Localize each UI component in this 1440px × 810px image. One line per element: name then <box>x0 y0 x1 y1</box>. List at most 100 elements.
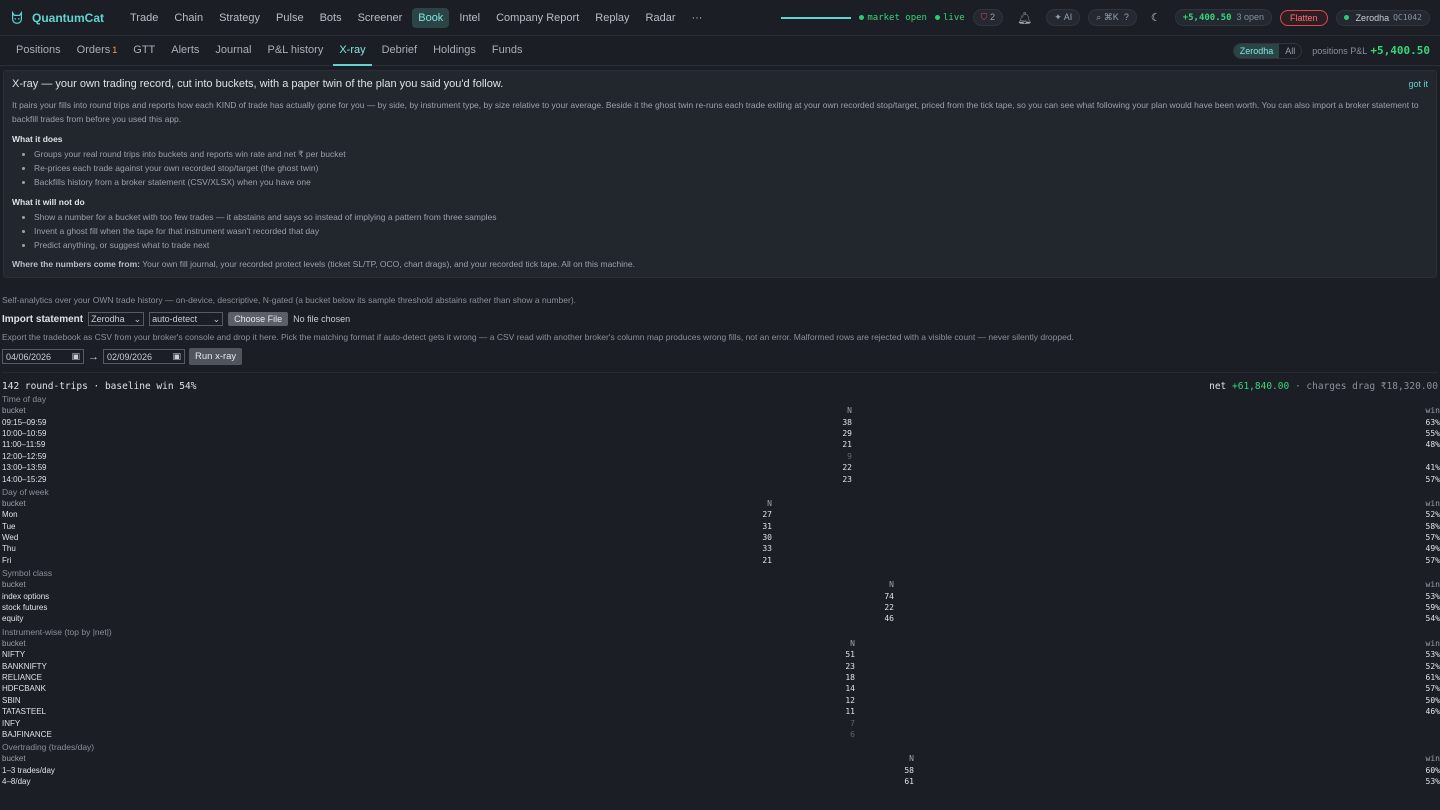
nav-item-radar[interactable]: Radar <box>640 8 682 28</box>
column-header-n[interactable]: N <box>659 638 855 649</box>
table-row[interactable]: 13:00–13:592241%−12,310.00 <box>2 462 1440 473</box>
bucket-count: 23 <box>842 474 852 484</box>
table-row[interactable]: INFY7insufficient history <box>2 717 1440 728</box>
positions-pnl: positions P&L +5,400.50 <box>1312 44 1430 57</box>
table-row[interactable]: 12:00–12:599insufficient history <box>2 451 1440 462</box>
live-status-text: live <box>942 12 965 23</box>
broker-select[interactable]: Zerodha ⌄ <box>88 312 145 326</box>
column-header-bucket[interactable]: bucket <box>2 498 547 509</box>
tab-x-ray[interactable]: X-ray <box>333 36 372 66</box>
nav-item-book[interactable]: Book <box>412 7 450 28</box>
table-row[interactable]: SBIN1250%+3,180.00 <box>2 695 1440 706</box>
tab-gtt[interactable]: GTT <box>127 36 161 66</box>
filter-all[interactable]: All <box>1279 44 1301 58</box>
tab-funds[interactable]: Funds <box>486 36 529 66</box>
table-row[interactable]: Fri2157%+21,330.00 <box>2 555 1440 566</box>
bell-icon[interactable]: 🔔︎ <box>1017 11 1032 25</box>
flatten-button[interactable]: Flatten <box>1280 9 1328 26</box>
tab-debrief[interactable]: Debrief <box>376 36 423 66</box>
bucket-name: 09:15–09:59 <box>2 417 47 427</box>
ai-button[interactable]: ✦ AI <box>1046 9 1081 26</box>
table-row[interactable]: 4–8/day6153%+23,890.00 <box>2 776 1440 787</box>
book-subnav: Positions Orders 1 GTT Alerts Journal P&L hist… <box>0 36 1440 66</box>
nav-item-trade[interactable]: Trade <box>124 8 164 28</box>
shield-chip[interactable]: ⛉ 2 <box>972 9 1003 26</box>
brand[interactable]: QuantumCat <box>10 10 104 25</box>
column-header-win[interactable]: win <box>855 638 1440 649</box>
tab-label: Orders <box>76 43 111 56</box>
column-header-n[interactable]: N <box>547 498 772 509</box>
column-header-bucket[interactable]: bucket <box>2 753 738 764</box>
calendar-icon[interactable]: ▣ <box>71 351 80 362</box>
bucket-count: 29 <box>842 428 852 438</box>
table-row[interactable]: 09:15–09:593863%+41,260.00 <box>2 416 1440 427</box>
tab-holdings[interactable]: Holdings <box>427 36 482 66</box>
command-palette-button[interactable]: ⌕ ⌘K ? <box>1088 9 1137 26</box>
to-date-input[interactable]: 02/09/2026 ▣ <box>103 349 185 364</box>
column-header-n[interactable]: N <box>738 753 914 764</box>
table-row[interactable]: 11:00–11:592148%+2,140.00 <box>2 439 1440 450</box>
help-icon[interactable]: ? <box>1124 12 1129 22</box>
table-row[interactable]: Tue3158%+19,440.00 <box>2 521 1440 532</box>
column-header-win[interactable]: win <box>772 498 1440 509</box>
column-header-bucket[interactable]: bucket <box>2 405 652 416</box>
table-row[interactable]: stock futures2259%+19,870.00 <box>2 602 1440 613</box>
nav-item-company-report[interactable]: Company Report <box>490 8 585 28</box>
wont-list: Show a number for a bucket with too few … <box>34 210 1428 252</box>
table-row[interactable]: BAJFINANCE6insufficient history <box>2 729 1440 740</box>
tab-orders[interactable]: Orders 1 <box>71 36 124 66</box>
bucket-name: 1–3 trades/day <box>2 765 55 775</box>
tab-alerts[interactable]: Alerts <box>165 36 205 66</box>
from-date-input[interactable]: 04/06/2026 ▣ <box>2 349 84 364</box>
table-row[interactable]: BANKNIFTY2352%+7,820.00 <box>2 660 1440 671</box>
got-it-link[interactable]: got it <box>1408 79 1428 89</box>
bucket-win: 52% <box>1425 661 1440 671</box>
nav-item-screener[interactable]: Screener <box>352 8 409 28</box>
table-row[interactable]: 14:00–15:292357%+15,920.00 <box>2 473 1440 484</box>
table-row[interactable]: NIFTY5153%+21,140.00 <box>2 649 1440 660</box>
column-header-n[interactable]: N <box>652 405 852 416</box>
table-row[interactable]: index options7453%+28,960.00 <box>2 590 1440 601</box>
column-header-win[interactable]: win <box>852 405 1440 416</box>
bucket-name: index options <box>2 591 50 601</box>
date-arrow: → <box>88 350 99 363</box>
choose-file-button[interactable]: Choose File <box>228 312 289 326</box>
tab-p-l-history[interactable]: P&L history <box>261 36 329 66</box>
table-row[interactable]: 10:00–10:592955%+14,830.00 <box>2 428 1440 439</box>
positions-pnl-label: positions P&L <box>1312 46 1368 56</box>
list-item: Re-prices each trade against your own re… <box>34 161 1428 175</box>
table-row[interactable]: 1–3 trades/day5860%+44,120.00 <box>2 765 1440 776</box>
table-row[interactable]: Mon2752%+6,210.00 <box>2 509 1440 520</box>
column-header-bucket[interactable]: bucket <box>2 638 659 649</box>
nav-item-chain[interactable]: Chain <box>168 8 209 28</box>
run-xray-button[interactable]: Run x-ray <box>189 348 243 365</box>
nav-item-replay[interactable]: Replay <box>589 8 635 28</box>
nav-item-bots[interactable]: Bots <box>314 8 348 28</box>
nav-item-pulse[interactable]: Pulse <box>270 8 310 28</box>
moon-icon[interactable]: ☾ <box>1151 11 1161 24</box>
account-chip[interactable]: Zerodha QC1042 <box>1335 9 1430 26</box>
table-row[interactable]: Thu3349%−3,120.00 <box>2 543 1440 554</box>
column-header-win[interactable]: win <box>914 753 1440 764</box>
table-row[interactable]: TATASTEEL1146%−2,260.00 <box>2 706 1440 717</box>
column-header-win[interactable]: win <box>894 579 1440 590</box>
filter-zerodha[interactable]: Zerodha <box>1233 43 1280 58</box>
nav-item-more[interactable]: ··· <box>685 8 708 28</box>
nav-item-strategy[interactable]: Strategy <box>213 8 266 28</box>
does-heading: What it does <box>12 134 63 144</box>
column-header-n[interactable]: N <box>709 579 894 590</box>
live-dot-icon <box>934 14 940 20</box>
bucket-group: Time of daybucketNwinnet09:15–09:59 38 63%… <box>2 393 1440 485</box>
table-row[interactable]: RELIANCE1861%+11,930.00 <box>2 672 1440 683</box>
nav-item-intel[interactable]: Intel <box>453 8 486 28</box>
tab-positions[interactable]: Positions <box>10 36 67 66</box>
table-row[interactable]: Wed3057%+17,980.00 <box>2 532 1440 543</box>
calendar-icon[interactable]: ▣ <box>172 351 181 362</box>
tab-journal[interactable]: Journal <box>209 36 257 66</box>
column-header-bucket[interactable]: bucket <box>2 579 709 590</box>
bucket-count: 7 <box>850 718 855 728</box>
table-row[interactable]: equity4654%+13,010.00 <box>2 613 1440 624</box>
table-row[interactable]: HDFCBANK1457%+6,470.00 <box>2 683 1440 694</box>
format-select[interactable]: auto-detect ⌄ <box>149 312 224 326</box>
bucket-name: 4–8/day <box>2 777 31 787</box>
